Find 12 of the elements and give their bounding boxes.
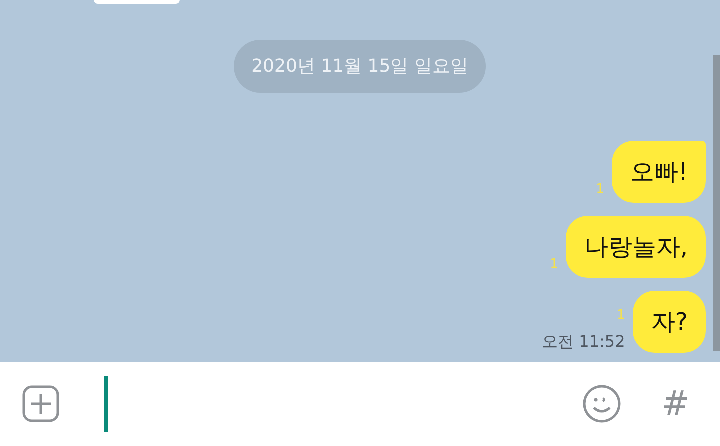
message-bubble: 나랑놀자, [566, 216, 706, 278]
plus-icon[interactable] [22, 385, 60, 423]
message-bubble: 자? [633, 291, 706, 353]
date-divider: 2020년 11월 15일 일요일 [234, 40, 486, 93]
timestamp: 오전 11:52 [542, 333, 626, 351]
hashtag-button[interactable]: # [662, 384, 690, 424]
smiley-icon[interactable] [582, 384, 622, 424]
unread-count: 1 [596, 183, 604, 197]
message-bubble: 오빠! [612, 141, 706, 203]
unread-count: 1 [616, 309, 626, 323]
unread-count: 1 [550, 258, 558, 272]
scrollbar[interactable] [713, 55, 720, 351]
